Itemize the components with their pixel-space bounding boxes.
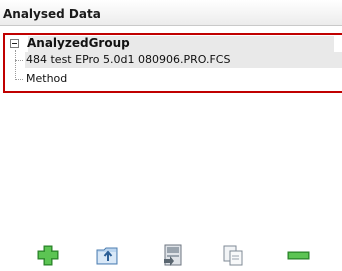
plus-icon: [37, 245, 59, 266]
add-button[interactable]: [35, 243, 61, 267]
folder-export-icon: [96, 247, 118, 265]
export-button[interactable]: [95, 243, 121, 267]
copy-icon: [223, 245, 243, 266]
highlight-annotation-box: [3, 33, 342, 93]
copy-button[interactable]: [220, 243, 246, 267]
panel-header: Analysed Data: [0, 0, 342, 26]
remove-button[interactable]: [285, 243, 311, 267]
open-file-button[interactable]: [160, 243, 186, 267]
minus-icon: [287, 251, 310, 260]
panel-title: Analysed Data: [3, 7, 101, 21]
file-open-icon: [164, 244, 182, 266]
